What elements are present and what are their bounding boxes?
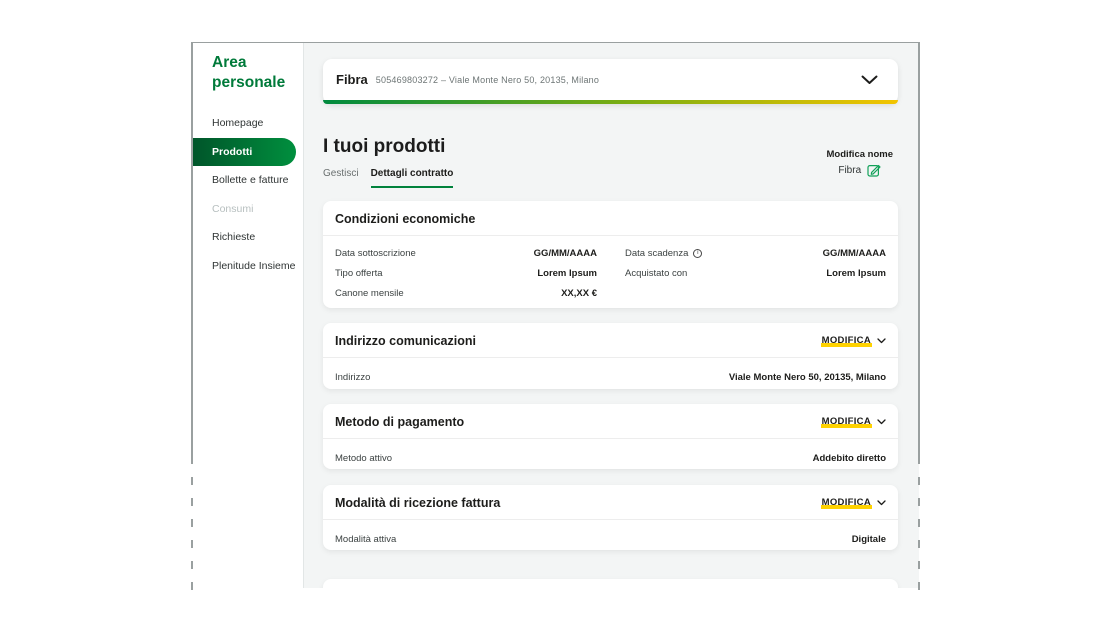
- card-body: Metodo attivo Addebito diretto: [323, 439, 898, 478]
- modifica-button[interactable]: MODIFICA: [821, 416, 886, 428]
- tab-gestisci[interactable]: Gestisci: [323, 168, 359, 188]
- field: Tipo offerta Lorem Ipsum: [335, 268, 597, 279]
- field-value: XX,XX €: [561, 288, 597, 299]
- sidebar-item-label: Prodotti: [212, 146, 252, 158]
- modifica-label: MODIFICA: [821, 335, 872, 347]
- card-partial: [323, 579, 898, 588]
- frame-border-right-dashed: [918, 456, 920, 602]
- main-content: Fibra 505469803272 – Viale Monte Nero 50…: [304, 43, 919, 588]
- field-label: Tipo offerta: [335, 268, 383, 279]
- sidebar-item-label: Plenitude Insieme: [212, 260, 295, 272]
- tab-dettagli-contratto[interactable]: Dettagli contratto: [371, 168, 454, 188]
- card-body: Data sottoscrizione GG/MM/AAAA Data scad…: [323, 236, 898, 311]
- chevron-down-icon: [877, 500, 886, 506]
- page: Area personale Homepage Prodotti Bollett…: [0, 0, 1113, 640]
- field-value: Lorem Ipsum: [537, 268, 597, 279]
- modifica-label: MODIFICA: [821, 497, 872, 509]
- field-label: Metodo attivo: [335, 453, 392, 464]
- sidebar-item-label: Homepage: [212, 117, 263, 129]
- app-window: Area personale Homepage Prodotti Bollett…: [192, 42, 919, 588]
- card-condizioni-economiche: Condizioni economiche Data sottoscrizion…: [323, 201, 898, 308]
- edit-icon[interactable]: [867, 163, 881, 177]
- field-row: Indirizzo Viale Monte Nero 50, 20135, Mi…: [335, 365, 886, 389]
- tabs: Gestisci Dettagli contratto: [323, 168, 453, 188]
- field-row: Metodo attivo Addebito diretto: [335, 446, 886, 470]
- field-row: Modalità attiva Digitale: [335, 527, 886, 551]
- sidebar-item-plenitude-insieme[interactable]: Plenitude Insieme: [192, 252, 304, 281]
- card-title: Indirizzo comunicazioni: [335, 334, 476, 348]
- frame-border-left: [191, 42, 193, 456]
- product-selector[interactable]: Fibra 505469803272 – Viale Monte Nero 50…: [323, 59, 898, 104]
- frame-border-right: [918, 42, 920, 456]
- frame-border-left-dashed: [191, 456, 193, 602]
- field-value: GG/MM/AAAA: [823, 248, 886, 259]
- field-value: Addebito diretto: [813, 453, 886, 464]
- card-body: Modalità attiva Digitale: [323, 520, 898, 559]
- modifica-button[interactable]: MODIFICA: [821, 497, 886, 509]
- field-value: GG/MM/AAAA: [534, 248, 597, 259]
- card-title: Metodo di pagamento: [335, 415, 464, 429]
- card-header: Modalità di ricezione fattura MODIFICA: [323, 485, 898, 520]
- field-value: Digitale: [852, 534, 886, 545]
- sidebar: Area personale Homepage Prodotti Bollett…: [192, 43, 304, 588]
- field-label: Acquistato con: [625, 268, 687, 279]
- rename-row: Fibra: [838, 163, 881, 177]
- rename-value: Fibra: [838, 165, 861, 176]
- sidebar-nav: Homepage Prodotti Bollette e fatture Con…: [192, 109, 304, 280]
- field: Data scadenza GG/MM/AAAA: [625, 248, 886, 259]
- page-title: I tuoi prodotti: [323, 136, 445, 158]
- product-name: Fibra: [336, 72, 368, 87]
- sidebar-item-richieste[interactable]: Richieste: [192, 223, 304, 252]
- chevron-down-icon: [877, 419, 886, 425]
- field-value: Lorem Ipsum: [826, 268, 886, 279]
- field-row: Tipo offerta Lorem Ipsum Acquistato con …: [335, 263, 886, 283]
- sidebar-item-homepage[interactable]: Homepage: [192, 109, 304, 138]
- chevron-down-icon: [861, 75, 878, 85]
- sidebar-title: Area personale: [212, 53, 296, 93]
- modifica-label: MODIFICA: [821, 416, 872, 428]
- field-label: Modalità attiva: [335, 534, 396, 545]
- field-row: Data sottoscrizione GG/MM/AAAA Data scad…: [335, 243, 886, 263]
- field: Acquistato con Lorem Ipsum: [625, 268, 886, 279]
- field-label: Indirizzo: [335, 372, 370, 383]
- product-details: 505469803272 – Viale Monte Nero 50, 2013…: [376, 75, 599, 85]
- card-header: Indirizzo comunicazioni MODIFICA: [323, 323, 898, 358]
- sidebar-item-consumi[interactable]: Consumi: [192, 195, 304, 224]
- rename-product: Modifica nome Fibra: [826, 149, 893, 177]
- chevron-down-icon: [877, 338, 886, 344]
- field-row: Canone mensile XX,XX €: [335, 283, 886, 303]
- field-label-text: Data scadenza: [625, 248, 688, 259]
- field: Canone mensile XX,XX €: [335, 288, 597, 299]
- field: Data sottoscrizione GG/MM/AAAA: [335, 248, 597, 259]
- modifica-button[interactable]: MODIFICA: [821, 335, 886, 347]
- card-header: Condizioni economiche: [323, 201, 898, 236]
- field-label: Data sottoscrizione: [335, 248, 416, 259]
- card-modalita-ricezione-fattura: Modalità di ricezione fattura MODIFICA M…: [323, 485, 898, 550]
- sidebar-item-label: Richieste: [212, 231, 255, 243]
- card-body: Indirizzo Viale Monte Nero 50, 20135, Mi…: [323, 358, 898, 397]
- field-label: Data scadenza: [625, 248, 702, 259]
- card-metodo-di-pagamento: Metodo di pagamento MODIFICA Metodo atti…: [323, 404, 898, 469]
- card-title: Condizioni economiche: [335, 212, 475, 226]
- rename-label: Modifica nome: [826, 149, 893, 160]
- card-header: Metodo di pagamento MODIFICA: [323, 404, 898, 439]
- sidebar-item-prodotti[interactable]: Prodotti: [192, 138, 296, 167]
- field-label: Canone mensile: [335, 288, 404, 299]
- sidebar-item-label: Consumi: [212, 203, 253, 215]
- info-icon[interactable]: [693, 249, 702, 258]
- sidebar-item-bollette-e-fatture[interactable]: Bollette e fatture: [192, 166, 304, 195]
- sidebar-item-label: Bollette e fatture: [212, 174, 288, 186]
- card-indirizzo-comunicazioni: Indirizzo comunicazioni MODIFICA Indiriz…: [323, 323, 898, 389]
- field-value: Viale Monte Nero 50, 20135, Milano: [729, 372, 886, 383]
- card-title: Modalità di ricezione fattura: [335, 496, 500, 510]
